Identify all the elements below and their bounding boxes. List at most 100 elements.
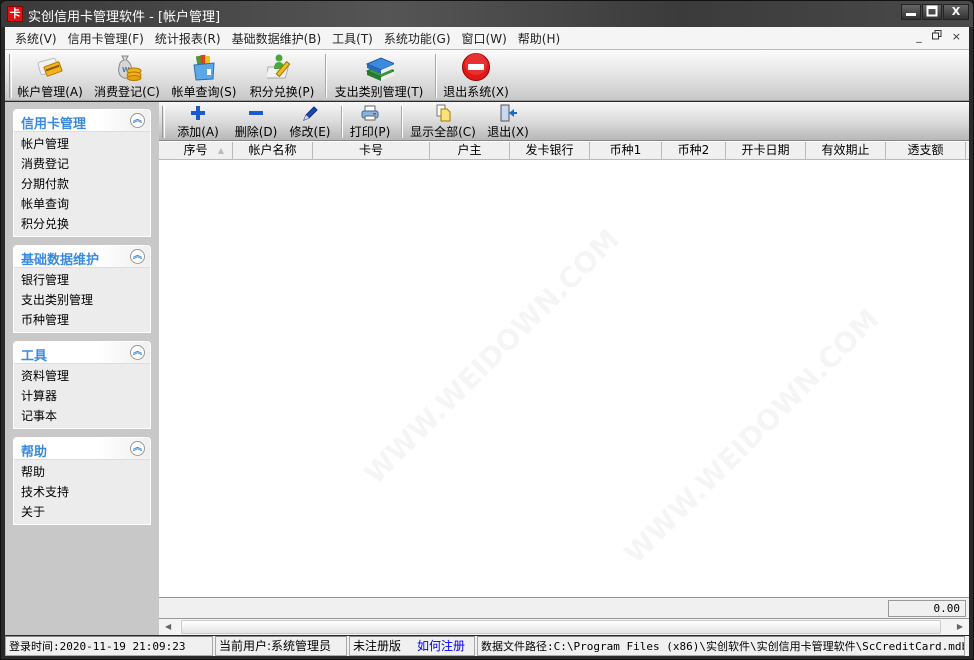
panel-header[interactable]: 信用卡管理 ︽ bbox=[14, 110, 150, 132]
exit-system-button[interactable]: 退出系统(X) bbox=[441, 52, 511, 100]
mdi-restore-button[interactable] bbox=[931, 30, 942, 43]
close-button[interactable]: X bbox=[943, 4, 969, 20]
collapse-icon[interactable]: ︽ bbox=[130, 113, 145, 128]
column-header-open-date[interactable]: 开卡日期 bbox=[726, 142, 806, 160]
menu-system-functions[interactable]: 系统功能(G) bbox=[379, 30, 456, 47]
show-all-button[interactable]: 显示全部(C) bbox=[407, 104, 479, 140]
app-icon: 卡 bbox=[7, 6, 23, 22]
mdi-close-button[interactable]: × bbox=[952, 30, 961, 43]
horizontal-scrollbar[interactable]: ◀ ▶ bbox=[159, 619, 969, 635]
scroll-left-icon[interactable]: ◀ bbox=[165, 622, 171, 631]
folder-box-icon bbox=[189, 53, 219, 81]
sidebar-item-expense-category[interactable]: 支出类别管理 bbox=[14, 290, 150, 310]
print-label: 打印(P) bbox=[349, 125, 391, 139]
how-to-register-link[interactable]: 如何注册 bbox=[417, 639, 465, 653]
sidebar-item-expense-registration[interactable]: 消费登记 bbox=[14, 154, 150, 174]
overdraft-total: 0.00 bbox=[888, 600, 966, 617]
panel-header[interactable]: 基础数据维护 ︽ bbox=[14, 246, 150, 268]
panel-title: 基础数据维护 bbox=[21, 253, 100, 268]
menu-tools[interactable]: 工具(T) bbox=[327, 30, 378, 47]
column-header-holder[interactable]: 户主 bbox=[430, 142, 510, 160]
stop-icon bbox=[461, 53, 491, 81]
toolbar-label: 积分兑换(P) bbox=[249, 85, 315, 99]
toolbar-grip[interactable] bbox=[9, 54, 12, 98]
sidebar-item-installments[interactable]: 分期付款 bbox=[14, 174, 150, 194]
collapse-icon[interactable]: ︽ bbox=[130, 249, 145, 264]
books-icon bbox=[364, 53, 394, 81]
account-management-button[interactable]: 帐户管理(A) bbox=[15, 52, 85, 100]
bill-query-button[interactable]: 帐单查询(S) bbox=[169, 52, 239, 100]
window-title: 实创信用卡管理软件 - [帐户管理] bbox=[28, 10, 221, 25]
toolbar-label: 消费登记(C) bbox=[94, 85, 160, 99]
watermark: WWW.WEIDOWN.COM bbox=[618, 303, 886, 571]
column-header-overdraft[interactable]: 透支额 bbox=[886, 142, 966, 160]
sidebar-item-data-management[interactable]: 资料管理 bbox=[14, 366, 150, 386]
column-header-seq[interactable]: 序号 ▲ bbox=[159, 142, 233, 160]
restore-icon bbox=[931, 30, 942, 40]
column-header-card-number[interactable]: 卡号 bbox=[313, 142, 430, 160]
registration-status: 未注册版 如何注册 bbox=[349, 636, 475, 656]
printer-icon bbox=[361, 104, 379, 122]
sidebar-item-bill-query[interactable]: 帐单查询 bbox=[14, 194, 150, 214]
column-header-issuing-bank[interactable]: 发卡银行 bbox=[510, 142, 590, 160]
points-exchange-button[interactable]: 积分兑换(P) bbox=[247, 52, 317, 100]
toolbar-label: 帐单查询(S) bbox=[171, 85, 237, 99]
delete-button[interactable]: 删除(D) bbox=[233, 104, 279, 140]
column-header-expiry-date[interactable]: 有效期止 bbox=[806, 142, 886, 160]
edit-button[interactable]: 修改(E) bbox=[287, 104, 333, 140]
minimize-button[interactable] bbox=[901, 4, 921, 20]
expense-category-button[interactable]: 支出类别管理(T) bbox=[331, 52, 427, 100]
sidebar-panel-help: 帮助 ︽ 帮助 技术支持 关于 bbox=[13, 437, 151, 525]
panel-title: 工具 bbox=[21, 349, 48, 364]
sidebar-item-about[interactable]: 关于 bbox=[14, 502, 150, 522]
sidebar-item-currency[interactable]: 币种管理 bbox=[14, 310, 150, 330]
account-grid-body[interactable]: WWW.WEIDOWN.COM WWW.WEIDOWN.COM bbox=[159, 160, 969, 597]
sidebar-item-notepad[interactable]: 记事本 bbox=[14, 406, 150, 426]
column-header-currency2[interactable]: 币种2 bbox=[662, 142, 726, 160]
grid-footer: 0.00 bbox=[159, 597, 969, 619]
expense-registration-button[interactable]: W 消费登记(C) bbox=[93, 52, 161, 100]
toolbar-grip[interactable] bbox=[162, 106, 165, 138]
add-button[interactable]: 添加(A) bbox=[175, 104, 221, 140]
sidebar-item-account-management[interactable]: 帐户管理 bbox=[14, 134, 150, 154]
login-time: 登录时间:2020-11-19 21:09:23 bbox=[5, 636, 213, 656]
toolbar-separator bbox=[341, 106, 343, 138]
sidebar-item-help[interactable]: 帮助 bbox=[14, 462, 150, 482]
sidebar-panel-tools: 工具 ︽ 资料管理 计算器 记事本 bbox=[13, 341, 151, 429]
menu-system[interactable]: 系统(V) bbox=[5, 30, 62, 47]
print-button[interactable]: 打印(P) bbox=[347, 104, 393, 140]
exit-label: 退出(X) bbox=[487, 125, 529, 139]
menu-base-data[interactable]: 基础数据维护(B) bbox=[227, 30, 327, 47]
toolbar-separator bbox=[325, 54, 327, 98]
menu-help[interactable]: 帮助(H) bbox=[513, 30, 565, 47]
delete-label: 删除(D) bbox=[234, 125, 278, 139]
toolbar-separator bbox=[401, 106, 403, 138]
toolbar-label: 支出类别管理(T) bbox=[334, 85, 424, 99]
pen-icon bbox=[302, 104, 318, 122]
scrollbar-thumb[interactable] bbox=[181, 620, 941, 634]
collapse-icon[interactable]: ︽ bbox=[130, 345, 145, 360]
sidebar-item-tech-support[interactable]: 技术支持 bbox=[14, 482, 150, 502]
minimize-icon bbox=[906, 13, 916, 16]
credit-card-icon bbox=[35, 53, 65, 81]
show-all-label: 显示全部(C) bbox=[410, 125, 476, 139]
scroll-right-icon[interactable]: ▶ bbox=[957, 622, 963, 631]
menu-reports[interactable]: 统计报表(R) bbox=[150, 30, 226, 47]
panel-header[interactable]: 帮助 ︽ bbox=[14, 438, 150, 460]
exit-button[interactable]: 退出(X) bbox=[485, 104, 531, 140]
sidebar-item-bank-management[interactable]: 银行管理 bbox=[14, 270, 150, 290]
money-bag-icon: W bbox=[112, 53, 142, 81]
edit-label: 修改(E) bbox=[289, 125, 331, 139]
sidebar-item-points-exchange[interactable]: 积分兑换 bbox=[14, 214, 150, 234]
mdi-minimize-button[interactable]: _ bbox=[916, 30, 922, 43]
plus-icon bbox=[191, 104, 205, 122]
sidebar-item-calculator[interactable]: 计算器 bbox=[14, 386, 150, 406]
collapse-icon[interactable]: ︽ bbox=[130, 441, 145, 456]
menu-credit-card[interactable]: 信用卡管理(F) bbox=[63, 30, 149, 47]
column-header-account-name[interactable]: 帐户名称 bbox=[233, 142, 313, 160]
close-icon: X bbox=[951, 5, 961, 18]
menu-window[interactable]: 窗口(W) bbox=[457, 30, 512, 47]
maximize-button[interactable] bbox=[922, 4, 942, 20]
panel-header[interactable]: 工具 ︽ bbox=[14, 342, 150, 364]
column-header-currency1[interactable]: 币种1 bbox=[590, 142, 662, 160]
